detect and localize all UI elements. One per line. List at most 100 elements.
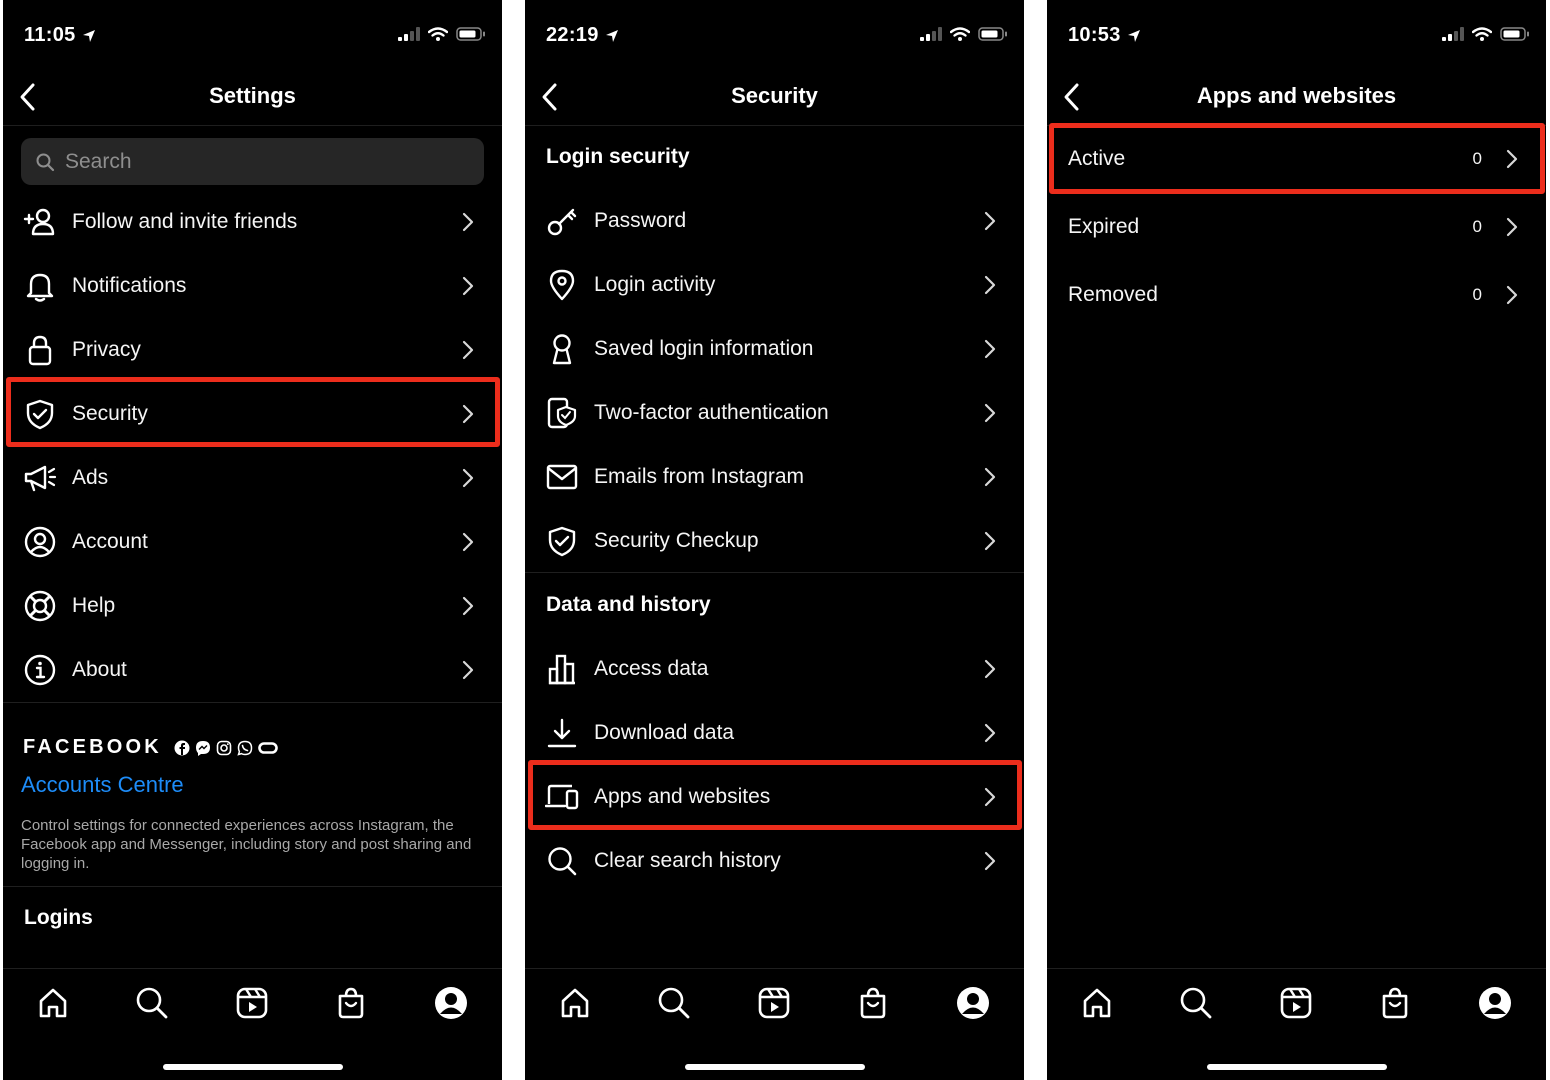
security-item-clear-search[interactable]: Clear search history (525, 829, 1024, 893)
settings-item-privacy[interactable]: Privacy (3, 318, 502, 382)
settings-item-account[interactable]: Account (3, 510, 502, 574)
chevron-right-icon (460, 531, 476, 553)
status-time: 11:05 (24, 24, 76, 46)
instagram-icon (216, 740, 232, 755)
lifebuoy-icon (21, 587, 59, 625)
wifi-icon (428, 27, 448, 41)
security-item-password[interactable]: Password (525, 189, 1024, 253)
shop-icon[interactable] (1377, 985, 1413, 1021)
security-item-label: Password (594, 209, 687, 232)
home-icon[interactable] (1079, 985, 1115, 1021)
chevron-right-icon (982, 338, 998, 360)
reels-icon[interactable] (1278, 985, 1314, 1021)
security-item-label: Download data (594, 721, 735, 744)
key-icon (543, 202, 581, 240)
security-item-two-factor[interactable]: Two-factor authentication (525, 381, 1024, 445)
bar-chart-icon (543, 650, 581, 688)
accounts-centre-link[interactable]: Accounts Centre (21, 772, 184, 798)
chevron-right-icon (460, 595, 476, 617)
security-item-checkup[interactable]: Security Checkup (525, 509, 1024, 573)
shield-check-icon (543, 522, 581, 560)
page-title: Security (731, 83, 818, 108)
chevron-right-icon (982, 850, 998, 872)
shop-icon[interactable] (333, 985, 369, 1021)
settings-item-help[interactable]: Help (3, 574, 502, 638)
section-header-data-history: Data and history (546, 593, 711, 616)
chevron-right-icon (460, 275, 476, 297)
chevron-right-icon (982, 274, 998, 296)
security-item-label: Access data (594, 657, 709, 680)
facebook-wordmark: FACEBOOK (23, 736, 162, 758)
profile-icon[interactable] (433, 985, 469, 1021)
security-item-access-data[interactable]: Access data (525, 637, 1024, 701)
wifi-icon (950, 27, 970, 41)
settings-item-notifications[interactable]: Notifications (3, 254, 502, 318)
settings-item-label: Privacy (72, 338, 141, 361)
search-input[interactable]: Search (21, 138, 484, 185)
settings-item-label: Notifications (72, 274, 187, 297)
security-item-emails[interactable]: Emails from Instagram (525, 445, 1024, 509)
search-icon (543, 842, 581, 880)
messenger-icon (195, 740, 210, 756)
divider (525, 572, 1024, 573)
megaphone-icon (21, 459, 59, 497)
status-bar: 11:05 (3, 0, 502, 72)
apps-item-expired[interactable]: Expired 0 (1047, 194, 1546, 260)
chevron-right-icon (982, 402, 998, 424)
security-screen: 22:19 Security Login security Password L… (525, 0, 1024, 1080)
chevron-right-icon (982, 466, 998, 488)
envelope-icon (543, 458, 581, 496)
settings-item-ads[interactable]: Ads (3, 446, 502, 510)
bell-icon (21, 267, 59, 305)
chevron-right-icon (1504, 216, 1520, 238)
signal-icon (1442, 27, 1464, 41)
profile-icon[interactable] (1477, 985, 1513, 1021)
apps-item-count: 0 (1472, 285, 1482, 304)
search-icon[interactable] (656, 985, 692, 1021)
add-person-icon (21, 203, 59, 241)
chevron-right-icon (982, 658, 998, 680)
settings-item-about[interactable]: About (3, 638, 502, 702)
settings-screen: 11:05 Settings Search Follow and invite … (3, 0, 502, 1080)
search-icon[interactable] (134, 985, 170, 1021)
whatsapp-icon (237, 740, 253, 756)
security-item-download-data[interactable]: Download data (525, 701, 1024, 765)
security-item-saved-login[interactable]: Saved login information (525, 317, 1024, 381)
signal-icon (920, 27, 942, 41)
settings-item-follow-invite[interactable]: Follow and invite friends (3, 190, 502, 254)
highlight-box (528, 760, 1022, 830)
settings-item-label: Account (72, 530, 148, 553)
apps-item-label: Removed (1068, 283, 1158, 306)
apps-item-count: 0 (1472, 217, 1482, 236)
nav-bar: Settings (3, 72, 502, 126)
chevron-right-icon (982, 210, 998, 232)
security-item-label: Emails from Instagram (594, 465, 805, 488)
shop-icon[interactable] (855, 985, 891, 1021)
apps-item-removed[interactable]: Removed 0 (1047, 262, 1546, 328)
reels-icon[interactable] (756, 985, 792, 1021)
status-bar: 10:53 (1047, 0, 1546, 72)
device-shield-icon (543, 394, 581, 432)
facebook-icon (174, 740, 190, 755)
tab-bar (3, 968, 502, 1080)
security-item-label: Login activity (594, 273, 716, 296)
reels-icon[interactable] (234, 985, 270, 1021)
settings-item-label: Follow and invite friends (72, 210, 298, 233)
highlight-box (1049, 123, 1545, 194)
security-item-login-activity[interactable]: Login activity (525, 253, 1024, 317)
lock-icon (21, 331, 59, 369)
profile-icon[interactable] (955, 985, 991, 1021)
home-icon[interactable] (35, 985, 71, 1021)
status-time: 10:53 (1068, 24, 1121, 46)
accounts-centre-description: Control settings for connected experienc… (21, 817, 472, 872)
security-item-label: Security Checkup (594, 529, 759, 552)
tab-bar (1047, 968, 1546, 1080)
nav-bar: Apps and websites (1047, 72, 1546, 126)
nav-bar: Security (525, 72, 1024, 126)
location-arrow-icon (605, 29, 619, 43)
home-icon[interactable] (557, 985, 593, 1021)
signal-icon (398, 27, 420, 41)
search-icon[interactable] (1178, 985, 1214, 1021)
divider (3, 886, 502, 887)
chevron-right-icon (460, 467, 476, 489)
